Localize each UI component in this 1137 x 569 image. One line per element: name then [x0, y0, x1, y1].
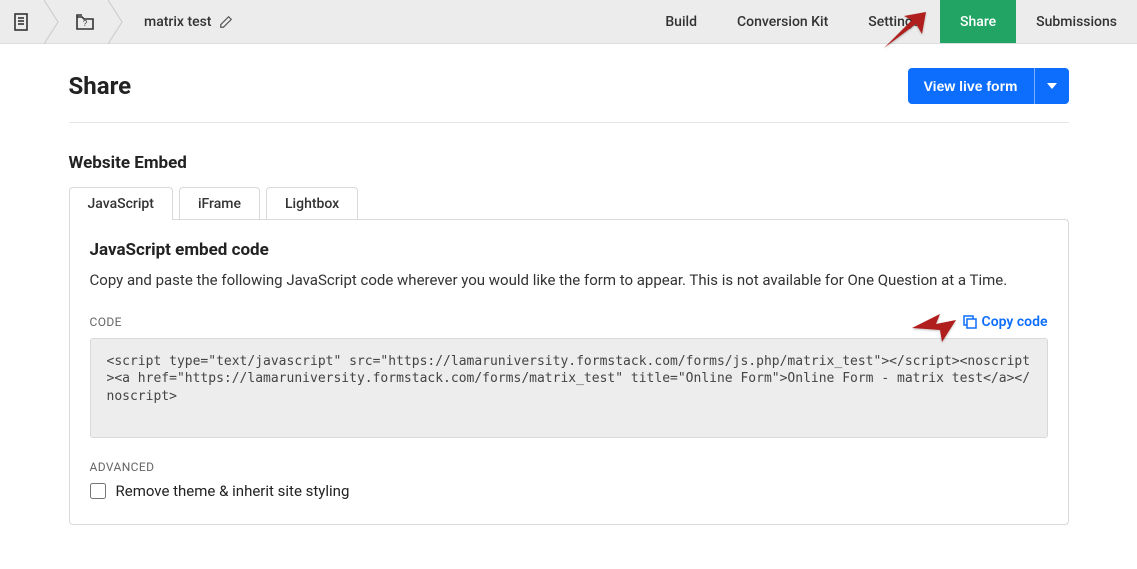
- breadcrumb: ? matrix test: [0, 0, 233, 43]
- copy-code-link[interactable]: Copy code: [963, 314, 1048, 330]
- tab-lightbox[interactable]: Lightbox: [266, 187, 358, 220]
- view-live-group: View live form: [908, 68, 1069, 104]
- view-live-dropdown[interactable]: [1034, 68, 1069, 104]
- code-label: CODE: [90, 315, 122, 329]
- remove-theme-checkbox[interactable]: [90, 483, 106, 499]
- copy-icon: [963, 315, 977, 329]
- embed-panel: JavaScript embed code Copy and paste the…: [69, 219, 1069, 525]
- nav-settings[interactable]: Settings: [848, 0, 940, 43]
- breadcrumb-folder[interactable]: ?: [62, 0, 108, 44]
- top-bar: ? matrix test Build Conversion Kit Setti…: [0, 0, 1137, 44]
- breadcrumb-form-name[interactable]: matrix test: [126, 14, 233, 30]
- nav-conversion-kit[interactable]: Conversion Kit: [717, 0, 848, 43]
- embed-panel-title: JavaScript embed code: [90, 240, 1048, 260]
- document-icon: [14, 13, 30, 31]
- breadcrumb-separator: [108, 0, 126, 44]
- page-header: Share View live form: [69, 44, 1069, 123]
- nav-share[interactable]: Share: [940, 0, 1016, 43]
- embed-panel-description: Copy and paste the following JavaScript …: [90, 270, 1048, 292]
- page-title: Share: [69, 72, 132, 100]
- svg-text:?: ?: [83, 19, 88, 28]
- embed-tabs: JavaScript iFrame Lightbox: [69, 187, 1069, 220]
- remove-theme-label: Remove theme & inherit site styling: [116, 482, 350, 500]
- folder-question-icon: ?: [76, 14, 94, 30]
- breadcrumb-separator: [44, 0, 62, 44]
- tab-iframe[interactable]: iFrame: [179, 187, 260, 220]
- advanced-label: ADVANCED: [90, 460, 1048, 474]
- tab-javascript[interactable]: JavaScript: [69, 187, 173, 220]
- embed-section-title: Website Embed: [69, 153, 1069, 173]
- main-nav: Build Conversion Kit Settings Share Subm…: [645, 0, 1137, 43]
- advanced-option-row[interactable]: Remove theme & inherit site styling: [90, 482, 1048, 500]
- page-content: Share View live form Website Embed JavaS…: [69, 44, 1069, 565]
- nav-submissions[interactable]: Submissions: [1016, 0, 1137, 43]
- nav-build[interactable]: Build: [645, 0, 717, 43]
- pencil-icon[interactable]: [219, 15, 233, 29]
- copy-code-text: Copy code: [982, 314, 1048, 330]
- breadcrumb-home[interactable]: [0, 0, 44, 44]
- view-live-button[interactable]: View live form: [908, 68, 1034, 104]
- caret-down-icon: [1047, 83, 1057, 89]
- code-textarea[interactable]: <script type="text/javascript" src="http…: [90, 338, 1048, 438]
- form-name-text: matrix test: [144, 14, 211, 30]
